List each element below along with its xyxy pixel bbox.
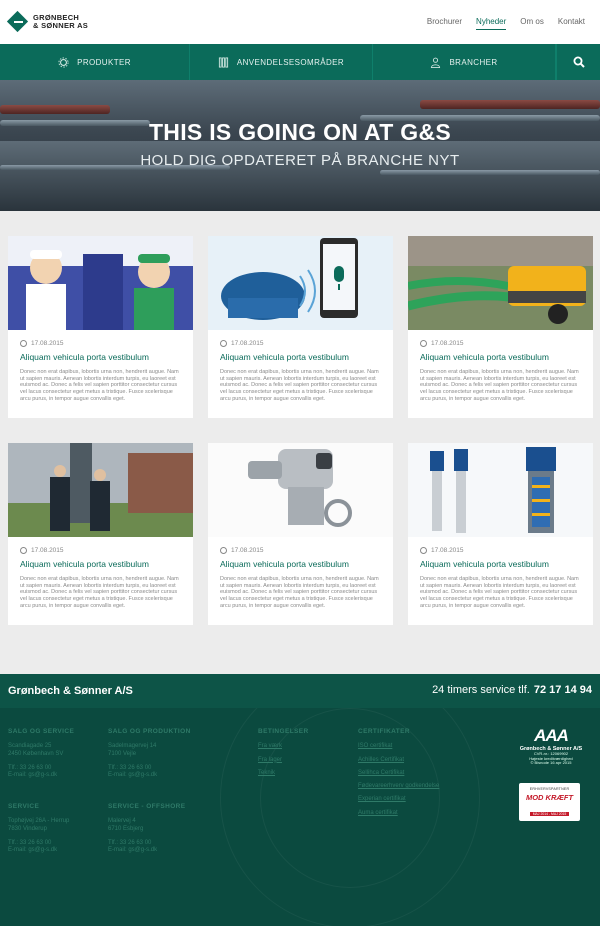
service-hotline: 24 timers service tlf. 72 17 14 94 (432, 684, 592, 696)
footer-heading: SALG OG PRODUKTION (108, 728, 191, 735)
topnav-om-os[interactable]: Om os (520, 17, 544, 30)
service-phone-number[interactable]: 72 17 14 94 (534, 684, 592, 696)
mod-kraeft-badge[interactable]: ERHVERVSPARTNER MOD KRÆFT MAJ 2014 - MAJ… (519, 783, 580, 821)
clock-icon (20, 547, 27, 554)
nav-brancher[interactable]: BRANCHER (373, 44, 556, 80)
email-link[interactable]: gs@g-s.dk (28, 847, 57, 853)
news-image-valve-actuator[interactable] (208, 443, 393, 537)
clock-icon (420, 340, 427, 347)
link-sellihca-certifikat[interactable]: Sellihca Certifikat (358, 770, 478, 777)
gear-icon (58, 56, 69, 68)
link-experian-certifikat[interactable]: Experian certifikat (358, 796, 478, 803)
footer-heading: SALG OG SERVICE (8, 728, 75, 735)
nav-produkter[interactable]: PRODUKTER (0, 44, 190, 80)
valve-icon (218, 56, 228, 68)
company-logo[interactable]: GRØNBECH & SØNNER AS (6, 10, 89, 33)
nav-anvendelsesomraader-label: ANVENDELSESOMRÅDER (236, 57, 345, 67)
clock-icon (220, 340, 227, 347)
nav-produkter-label: PRODUKTER (77, 57, 131, 67)
topnav-kontakt[interactable]: Kontakt (558, 17, 585, 30)
news-card[interactable]: 17.08.2015 Aliquam vehicula porta vestib… (208, 236, 393, 418)
topnav-nyheder[interactable]: Nyheder (476, 17, 507, 30)
main-navigation: PRODUKTER ANVENDELSESOMRÅDER BRANCHER (0, 44, 600, 80)
news-card[interactable]: 17.08.2015 Aliquam vehicula porta vestib… (8, 236, 193, 418)
link-auma-certifikat[interactable]: Auma certifikat (358, 810, 478, 817)
footer-heading: BETINGELSER (258, 728, 309, 735)
news-title-link[interactable]: Aliquam vehicula porta vestibulum (420, 559, 549, 569)
footer-heading: SERVICE - OFFSHORE (108, 803, 186, 810)
nav-brancher-label: BRANCHER (449, 57, 498, 67)
news-image-pump-phone[interactable] (208, 236, 393, 330)
email-link[interactable]: gs@g-s.dk (28, 772, 57, 778)
link-iso-certifikat[interactable]: ISO certifikat (358, 743, 478, 750)
news-excerpt: Donec non erat dapibus, lobortis urna no… (420, 369, 579, 402)
footer-heading: CERTIFIKATER (358, 728, 410, 735)
news-date: 17.08.2015 (231, 547, 264, 554)
topnav-brochurer[interactable]: Brochurer (427, 17, 462, 30)
news-date: 17.08.2015 (31, 340, 64, 347)
news-image-two-men[interactable] (8, 443, 193, 537)
footer-sales-service: SALG OG SERVICE Scandiagade 25 2450 Købe… (8, 728, 103, 779)
search-icon (573, 56, 585, 68)
news-image-vertical-pumps[interactable] (408, 443, 593, 537)
link-foedevareerhverv[interactable]: Fødevareerhverv godkendelse (358, 783, 478, 790)
news-card[interactable]: 17.08.2015 Aliquam vehicula porta vestib… (8, 443, 193, 625)
link-achilles-certifikat[interactable]: Achilles Certifikat (358, 757, 478, 764)
logo-diamond-icon (6, 10, 29, 33)
email-link[interactable]: gs@g-s.dk (128, 847, 157, 853)
link-fra-vaerk[interactable]: Fra værk (258, 743, 348, 750)
footer-conditions: BETINGELSER Fra værk Fra lager Teknik (258, 728, 348, 783)
news-excerpt: Donec non erat dapibus, lobortis urna no… (220, 576, 379, 609)
news-date: 17.08.2015 (431, 547, 464, 554)
top-navigation: Brochurer Nyheder Om os Kontakt (427, 17, 585, 30)
news-card[interactable]: 17.08.2015 Aliquam vehicula porta vestib… (208, 443, 393, 625)
news-title-link[interactable]: Aliquam vehicula porta vestibulum (420, 352, 549, 362)
person-icon (431, 57, 441, 68)
link-fra-lager[interactable]: Fra lager (258, 757, 348, 764)
news-image-mobile-pump[interactable] (408, 236, 593, 330)
news-date: 17.08.2015 (231, 340, 264, 347)
footer-company-name: Grønbech & Sønner A/S (8, 685, 133, 697)
news-excerpt: Donec non erat dapibus, lobortis urna no… (220, 369, 379, 402)
footer-service: SERVICE Tophøjvej 26A - Herrup 7830 Vind… (8, 803, 103, 854)
news-title-link[interactable]: Aliquam vehicula porta vestibulum (220, 559, 349, 569)
news-excerpt: Donec non erat dapibus, lobortis urna no… (20, 576, 179, 609)
aaa-rating-badge[interactable]: AAA Grønbech & Sønner A/S CVR-nr.: 12069… (519, 726, 583, 774)
footer-heading: SERVICE (8, 803, 40, 810)
nav-anvendelsesomraader[interactable]: ANVENDELSESOMRÅDER (190, 44, 373, 80)
hero-banner: THIS IS GOING ON AT G&S HOLD DIG OPDATER… (0, 80, 600, 211)
clock-icon (420, 547, 427, 554)
footer-sales-production: SALG OG PRODUKTION Sadelmagervej 14 7100… (108, 728, 208, 779)
news-date: 17.08.2015 (431, 340, 464, 347)
news-image-cartoon[interactable] (8, 236, 193, 330)
top-bar: GRØNBECH & SØNNER AS Brochurer Nyheder O… (0, 0, 600, 44)
clock-icon (220, 547, 227, 554)
news-card[interactable]: 17.08.2015 Aliquam vehicula porta vestib… (408, 236, 593, 418)
news-excerpt: Donec non erat dapibus, lobortis urna no… (420, 576, 579, 609)
news-title-link[interactable]: Aliquam vehicula porta vestibulum (20, 352, 149, 362)
news-title-link[interactable]: Aliquam vehicula porta vestibulum (220, 352, 349, 362)
footer-header: Grønbech & Sønner A/S 24 timers service … (0, 674, 600, 708)
news-title-link[interactable]: Aliquam vehicula porta vestibulum (20, 559, 149, 569)
news-excerpt: Donec non erat dapibus, lobortis urna no… (20, 369, 179, 402)
hero-title: THIS IS GOING ON AT G&S (148, 119, 452, 145)
footer-service-offshore: SERVICE - OFFSHORE Malervej 4 6710 Esbje… (108, 803, 208, 854)
news-date: 17.08.2015 (31, 547, 64, 554)
search-button[interactable] (556, 44, 600, 80)
email-link[interactable]: gs@g-s.dk (128, 772, 157, 778)
news-card[interactable]: 17.08.2015 Aliquam vehicula porta vestib… (408, 443, 593, 625)
link-teknik[interactable]: Teknik (258, 770, 348, 777)
service-hotline-text: 24 timers service tlf. (432, 684, 530, 696)
footer-certificates: CERTIFIKATER ISO certifikat Achilles Cer… (358, 728, 478, 823)
clock-icon (20, 340, 27, 347)
logo-line-2: & SØNNER AS (33, 21, 89, 30)
hero-subtitle: HOLD DIG OPDATERET PÅ BRANCHE NYT (140, 152, 460, 169)
